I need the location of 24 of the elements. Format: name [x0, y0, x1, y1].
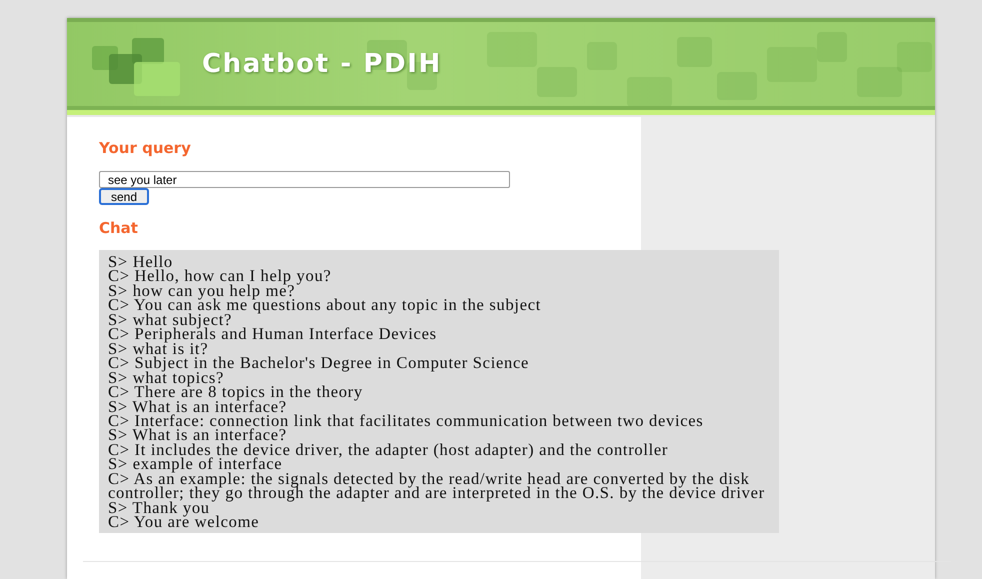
send-button[interactable]: send [99, 188, 149, 205]
chat-message: S> What is an interface? [108, 428, 287, 443]
chat-message: C> There are 8 topics in the theory [108, 385, 364, 400]
chat-message: S> What is an interface? [108, 400, 287, 414]
chat-message: C> Hello, how can I help you? [108, 269, 332, 284]
chat-message: S> Thank you [108, 500, 210, 516]
chat-message: C> You can ask me questions about any topic in the subject [108, 298, 542, 313]
chat-message: C> Peripherals and Human Interface Devices [108, 327, 438, 342]
section-heading: Chat [99, 219, 139, 237]
chat-message: S> what subject? [108, 312, 232, 328]
chat-message: S> what is it? [108, 342, 208, 356]
section-heading: Your query [99, 139, 192, 157]
site-title: Chatbot - PDIH [202, 49, 442, 79]
chat-message: C> Subject in the Bachelor's Degree in Computer Science [108, 356, 530, 371]
chat-message: S> example of interface [108, 457, 282, 472]
query-field[interactable]: see you later [99, 171, 510, 188]
chat-message: S> how can you help me? [108, 284, 296, 298]
chat-message: C> As an example: the signals detected by the read/write head are converted by the disk controller; they go through the adapter and are interpreted in the O.S. by the device driver [108, 472, 766, 501]
chat-message: C> It includes the device driver, the adapter (host adapter) and the controller [108, 442, 670, 458]
chat-message: C> Interface: connection link that facilitates communication between two devices [108, 414, 704, 428]
chat-message: S> Hello [108, 255, 173, 270]
chat-message: S> what topics? [108, 370, 224, 386]
chat-message: C> You are welcome [108, 515, 260, 530]
squares-logo-icon [92, 38, 182, 98]
